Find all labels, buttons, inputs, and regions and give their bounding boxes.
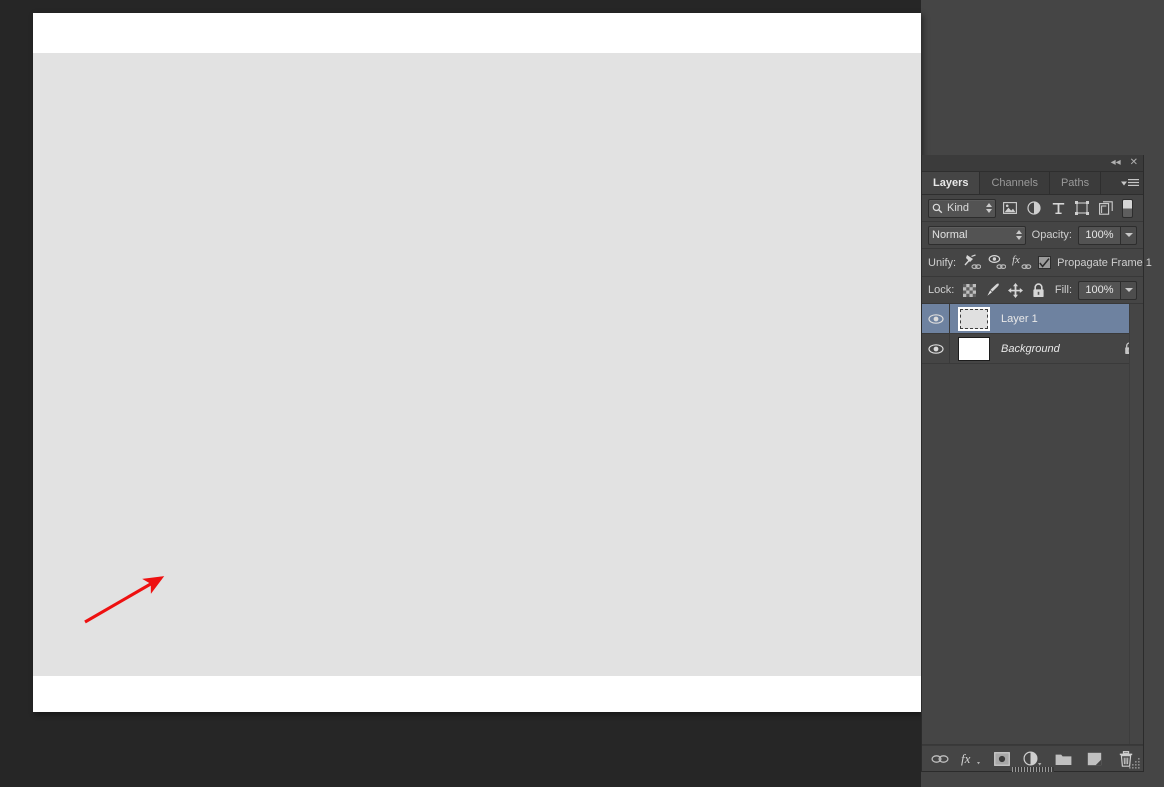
filter-enable-toggle[interactable] — [1122, 198, 1133, 218]
eye-icon — [927, 343, 944, 354]
tab-channels-label: Channels — [991, 177, 1038, 189]
layers-panel: ◂◂ ✕ Layers Channels Paths Kind Normal O… — [921, 155, 1152, 772]
tab-paths[interactable]: Paths — [1050, 172, 1102, 194]
fill-field-group: 100% — [1078, 280, 1137, 300]
tab-layers[interactable]: Layers — [922, 172, 981, 194]
fill-input[interactable]: 100% — [1078, 280, 1120, 300]
unify-icons: fx — [962, 253, 1032, 273]
filter-kind-select[interactable]: Kind — [928, 198, 996, 218]
lock-position-icon[interactable] — [1006, 281, 1025, 300]
check-icon — [1039, 257, 1050, 268]
shape-layer-filter-icon[interactable] — [1070, 197, 1094, 219]
layers-bottom-toolbar: fx — [922, 745, 1143, 772]
panel-menu-icon[interactable] — [1121, 179, 1139, 188]
propagate-frame-checkbox[interactable] — [1038, 256, 1052, 269]
layer-visibility-toggle-1[interactable] — [922, 304, 950, 333]
blend-mode-spinner[interactable] — [1015, 230, 1022, 240]
app-root: ◂◂ ✕ Layers Channels Paths Kind Normal O… — [0, 0, 1164, 787]
layer-thumbnail-1[interactable] — [957, 306, 991, 332]
panel-resize-grip[interactable] — [1129, 757, 1141, 769]
filter-kind-spinner[interactable] — [986, 203, 992, 213]
unify-position-icon[interactable] — [962, 253, 982, 273]
new-layer-icon[interactable] — [1085, 749, 1105, 769]
document-window[interactable] — [33, 13, 921, 712]
tab-layers-label: Layers — [933, 177, 969, 189]
adjustment-layer-filter-icon[interactable] — [1022, 197, 1046, 219]
search-icon — [932, 203, 943, 213]
layer-visibility-toggle-2[interactable] — [922, 334, 950, 363]
layer-row-layer-1[interactable]: Layer 1 — [922, 304, 1143, 334]
unify-row: Unify: fx Propagate Frame 1 — [922, 249, 1152, 277]
new-group-icon[interactable] — [1054, 749, 1074, 769]
blend-mode-value: Normal — [932, 229, 968, 241]
fill-label: Fill: — [1054, 284, 1072, 296]
opacity-dropdown-icon[interactable] — [1120, 225, 1137, 245]
lock-label: Lock: — [928, 284, 955, 296]
filter-type-icons — [998, 197, 1133, 219]
lock-row: Lock: Fill: 100% — [922, 277, 1143, 304]
layer-style-fx-icon[interactable]: fx — [961, 749, 981, 769]
link-layers-icon[interactable] — [930, 749, 950, 769]
svg-text:fx: fx — [961, 751, 971, 766]
layers-scrollbar[interactable] — [1129, 304, 1143, 744]
layer-name-1[interactable]: Layer 1 — [1001, 313, 1121, 325]
panel-topbar: ◂◂ ✕ — [922, 155, 1143, 172]
tab-channels[interactable]: Channels — [980, 172, 1050, 194]
fill-dropdown-icon[interactable] — [1120, 280, 1137, 300]
blend-mode-row: Normal Opacity: 100% — [922, 222, 1143, 249]
lock-all-icon[interactable] — [1029, 281, 1048, 300]
unify-visibility-icon[interactable] — [987, 253, 1007, 273]
opacity-label: Opacity: — [1031, 229, 1072, 241]
panel-tab-strip: Layers Channels Paths — [922, 172, 1143, 195]
lock-icons — [960, 281, 1048, 300]
layer-filter-row: Kind — [922, 195, 1143, 222]
layers-list[interactable]: Layer 1 Background — [922, 304, 1143, 745]
opacity-field-group: 100% — [1078, 225, 1137, 245]
smart-object-filter-icon[interactable] — [1094, 197, 1118, 219]
filter-kind-label: Kind — [947, 202, 970, 214]
collapse-panel-icon[interactable]: ◂◂ — [1111, 158, 1121, 168]
layer-thumbnail-2[interactable] — [957, 336, 991, 362]
propagate-frame-label: Propagate Frame 1 — [1057, 256, 1152, 269]
blend-mode-select[interactable]: Normal — [928, 225, 1026, 245]
panel-drag-handle[interactable] — [1011, 767, 1054, 772]
document-canvas[interactable] — [33, 53, 921, 676]
layer-mask-icon[interactable] — [992, 749, 1012, 769]
lock-image-pixels-icon[interactable] — [983, 281, 1002, 300]
layer-name-2[interactable]: Background — [1001, 343, 1121, 355]
svg-text:fx: fx — [1012, 254, 1020, 266]
unify-style-icon[interactable]: fx — [1012, 253, 1032, 273]
type-layer-filter-icon[interactable] — [1046, 197, 1070, 219]
eye-icon — [927, 313, 944, 324]
close-panel-icon[interactable]: ✕ — [1130, 158, 1138, 168]
new-adjustment-layer-icon[interactable] — [1023, 749, 1043, 769]
opacity-input[interactable]: 100% — [1078, 225, 1120, 245]
pixel-layer-filter-icon[interactable] — [998, 197, 1022, 219]
tab-paths-label: Paths — [1060, 177, 1090, 189]
lock-transparency-icon[interactable] — [960, 281, 979, 300]
layer-row-background[interactable]: Background — [922, 334, 1143, 364]
unify-label: Unify: — [928, 256, 957, 269]
